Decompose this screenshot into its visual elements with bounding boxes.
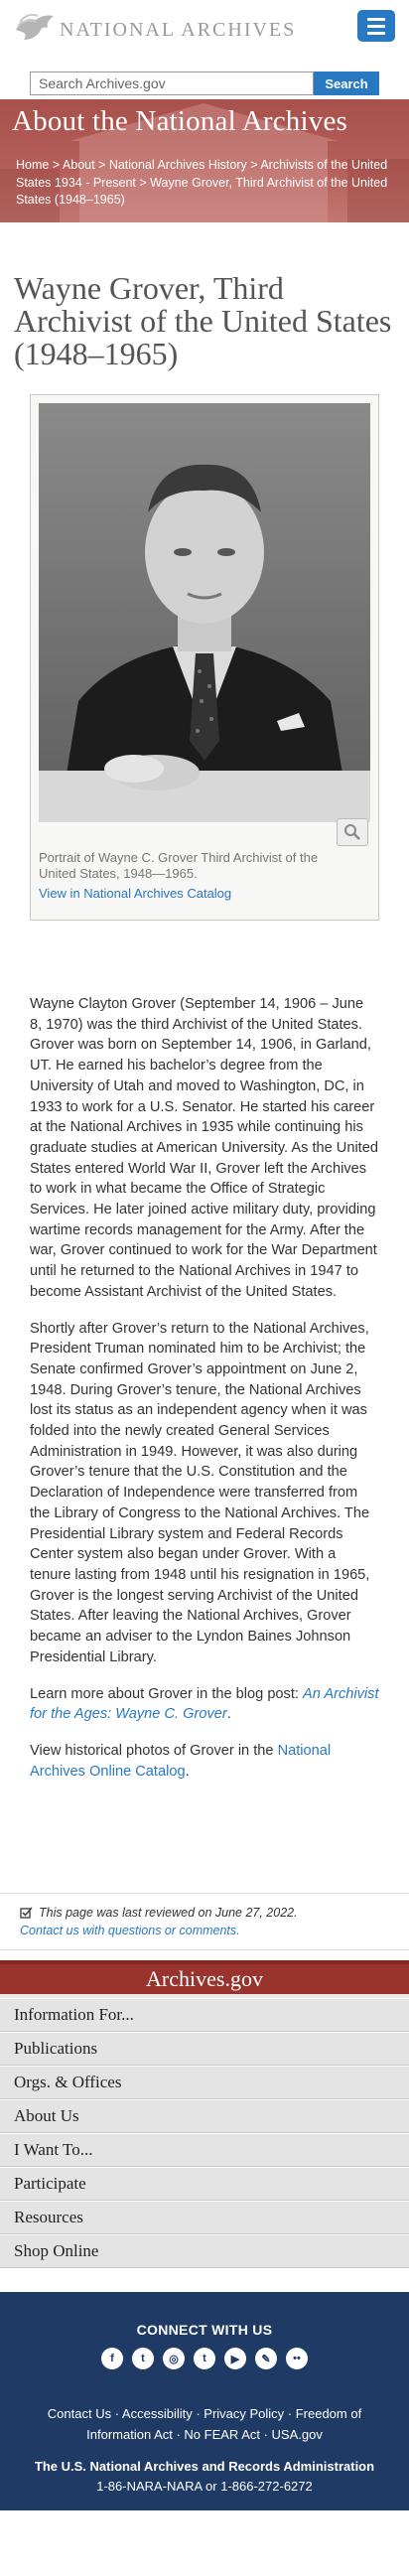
footer-links[interactable]: Contact Us · Accessibility · Privacy Pol… [41, 2403, 368, 2445]
eagle-logo-icon [16, 13, 54, 40]
instagram-icon[interactable]: ◎ [163, 2348, 185, 2370]
tumblr-icon[interactable]: t [194, 2348, 215, 2370]
breadcrumb-separator: > [246, 158, 261, 172]
portrait-photo [39, 403, 370, 822]
footer-nav-about-us[interactable]: About Us [0, 2099, 409, 2134]
twitter-icon[interactable]: t [132, 2348, 154, 2370]
site-logo[interactable]: NATIONAL ARCHIVES [14, 10, 296, 44]
footer-org-name: The U.S. National Archives and Records A… [34, 2459, 375, 2475]
search-input[interactable] [30, 72, 314, 95]
hamburger-icon-bar [367, 31, 385, 35]
footer-nav-i-want-to[interactable]: I Want To... [0, 2133, 409, 2168]
youtube-icon[interactable]: ▶ [224, 2348, 246, 2370]
breadcrumb-about[interactable]: About [63, 158, 95, 172]
article-body: Wayne Clayton Grover (September 14, 1906… [0, 994, 409, 1782]
footer-phone: 1-86-NARA-NARA or 1-866-272-6272 [96, 2479, 313, 2495]
footer-site-title[interactable]: Archives.gov [0, 1960, 409, 1995]
checkmark-edit-icon [20, 1907, 33, 1919]
magnifier-icon [344, 824, 360, 840]
page-banner: About the National Archives Home > About… [0, 99, 409, 222]
flickr-icon[interactable]: •• [286, 2348, 308, 2370]
zoom-button[interactable] [337, 818, 368, 846]
footer-nav-shop-online[interactable]: Shop Online [0, 2234, 409, 2269]
photos-suffix: . [185, 1763, 190, 1780]
paragraph-biography: Wayne Clayton Grover (September 14, 1906… [30, 996, 378, 1300]
footer-nav-information-for[interactable]: Information For... [0, 1998, 409, 2033]
blog-icon[interactable]: ✎ [255, 2348, 277, 2370]
paragraph-blog: Learn more about Grover in the blog post… [30, 1684, 379, 1725]
section-title: About the National Archives [12, 105, 348, 137]
facebook-icon[interactable]: f [101, 2348, 123, 2370]
breadcrumb-separator: > [135, 175, 151, 190]
hamburger-icon-bar [367, 24, 385, 28]
hamburger-icon [367, 17, 385, 21]
page-review-box: This page was last reviewed on June 27, … [0, 1893, 409, 1951]
paragraph-tenure: Shortly after Grover’s return to the Nat… [30, 1320, 370, 1665]
logo-text: NATIONAL ARCHIVES [60, 18, 297, 41]
menu-button[interactable] [357, 10, 395, 42]
paragraph-photos: View historical photos of Grover in the … [30, 1741, 379, 1782]
blog-prefix: Learn more about Grover in the blog post… [30, 1685, 304, 1702]
search-button[interactable]: Search [314, 72, 379, 95]
contact-link[interactable]: Contact us with questions or comments. [20, 1924, 240, 1937]
portrait-figure: Portrait of Wayne C. Grover Third Archiv… [30, 394, 379, 921]
connect-section: CONNECT WITH US f t ◎ t ▶ ✎ •• Contact U… [0, 2292, 409, 2511]
breadcrumb: Home > About > National Archives History… [16, 157, 403, 210]
breadcrumb-separator: > [94, 158, 109, 172]
photos-prefix: View historical photos of Grover in the [30, 1742, 278, 1759]
blog-suffix: . [226, 1706, 231, 1723]
breadcrumb-home[interactable]: Home [16, 158, 49, 172]
footer-nav-resources[interactable]: Resources [0, 2201, 409, 2235]
footer-nav-orgs-offices[interactable]: Orgs. & Offices [0, 2066, 409, 2100]
search-bar: Search [0, 62, 409, 99]
connect-title: CONNECT WITH US [136, 2322, 273, 2339]
last-reviewed-text: This page was last reviewed on June 27, … [39, 1906, 298, 1921]
figure-caption: Portrait of Wayne C. Grover Third Archiv… [39, 850, 319, 881]
page-title: Wayne Grover, Third Archivist of the Uni… [14, 270, 392, 371]
social-links: f t ◎ t ▶ ✎ •• [0, 2348, 409, 2370]
review-line: This page was last reviewed on June 27, … [20, 1904, 389, 1922]
footer-nav-publications[interactable]: Publications [0, 2032, 409, 2067]
catalog-link[interactable]: View in National Archives Catalog [39, 886, 231, 901]
breadcrumb-separator: > [49, 158, 63, 172]
breadcrumb-history[interactable]: National Archives History [109, 158, 247, 172]
footer-navigation: Information For... Publications Orgs. & … [0, 1994, 409, 2269]
site-header: NATIONAL ARCHIVES [0, 0, 409, 62]
footer-nav-participate[interactable]: Participate [0, 2167, 409, 2202]
